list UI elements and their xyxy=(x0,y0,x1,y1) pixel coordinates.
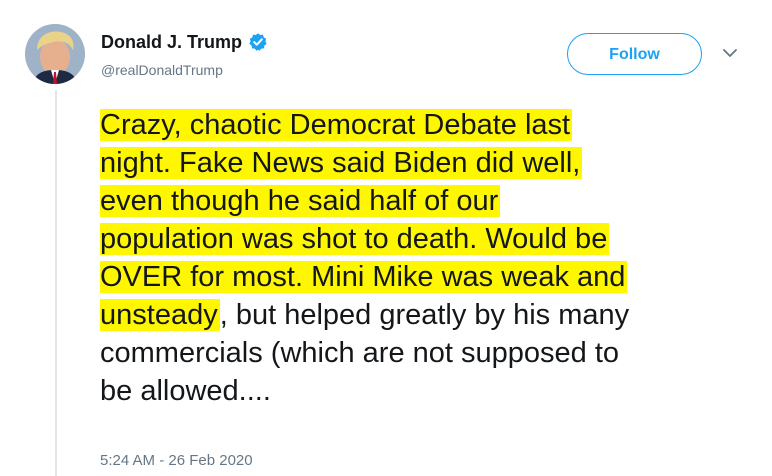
highlighted-text: night. Fake News said Biden did well, xyxy=(100,147,583,179)
plain-text: commercials (which are not supposed to xyxy=(100,337,620,369)
tweet-text: Crazy, chaotic Democrat Debate last nigh… xyxy=(100,106,760,410)
tweet-line: OVER for most. Mini Mike was weak and xyxy=(100,258,760,296)
tweet-line: commercials (which are not supposed to xyxy=(100,334,760,372)
author-name-row: Donald J. Trump xyxy=(101,30,268,54)
highlighted-text: OVER for most. Mini Mike was weak and xyxy=(100,261,628,293)
tweet-line: night. Fake News said Biden did well, xyxy=(100,144,760,182)
avatar[interactable] xyxy=(25,24,85,84)
highlighted-text: even though he said half of our xyxy=(100,185,501,217)
highlighted-text: unsteady xyxy=(100,299,220,331)
tweet-line: unsteady, but helped greatly by his many xyxy=(100,296,760,334)
highlighted-text: population was shot to death. Would be xyxy=(100,223,610,255)
verified-badge-icon xyxy=(248,32,268,52)
profile-photo-icon xyxy=(25,24,85,84)
chevron-down-icon[interactable] xyxy=(718,44,742,62)
tweet-line: even though he said half of our xyxy=(100,182,760,220)
author-display-name[interactable]: Donald J. Trump xyxy=(101,30,242,54)
author-handle[interactable]: @realDonaldTrump xyxy=(101,62,223,78)
plain-text: be allowed.... xyxy=(100,375,271,407)
tweet-line: Crazy, chaotic Democrat Debate last xyxy=(100,106,760,144)
follow-button[interactable]: Follow xyxy=(567,33,702,75)
highlighted-text: Crazy, chaotic Democrat Debate last xyxy=(100,109,573,141)
tweet-timestamp[interactable]: 5:24 AM - 26 Feb 2020 xyxy=(100,452,253,469)
tweet-line: population was shot to death. Would be xyxy=(100,220,760,258)
thread-line xyxy=(55,90,57,476)
tweet-line: be allowed.... xyxy=(100,372,760,410)
plain-text: , but helped greatly by his many xyxy=(219,299,630,331)
